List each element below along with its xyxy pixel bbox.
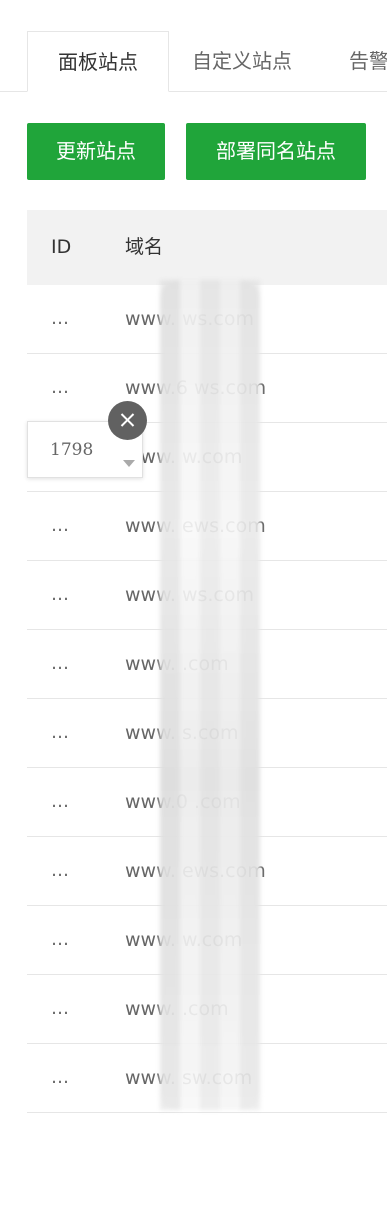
row-id: …	[51, 308, 69, 329]
selected-id-value: 1798	[50, 440, 94, 460]
update-sites-button[interactable]: 更新站点	[27, 123, 165, 180]
row-id: …	[51, 584, 69, 605]
column-header-domain: 域名	[125, 236, 164, 258]
row-id: …	[51, 998, 69, 1019]
row-id: …	[51, 860, 69, 881]
row-id: …	[51, 929, 69, 950]
redaction-mask	[160, 280, 260, 1110]
row-id: …	[51, 377, 69, 398]
row-id: …	[51, 791, 69, 812]
deploy-same-name-sites-button[interactable]: 部署同名站点	[186, 123, 366, 180]
row-id: …	[51, 1067, 69, 1088]
row-id: …	[51, 722, 69, 743]
column-header-id: ID	[51, 236, 72, 258]
chevron-down-icon[interactable]	[123, 460, 135, 467]
close-icon[interactable]	[108, 401, 147, 440]
tab-bar: 面板站点 自定义站点 告警	[27, 31, 387, 92]
table-header: ID 域名	[27, 210, 387, 285]
tab-alerts[interactable]: 告警	[349, 31, 387, 92]
tab-panel-sites[interactable]: 面板站点	[27, 31, 169, 92]
row-id: …	[51, 653, 69, 674]
row-id: …	[51, 515, 69, 536]
tab-custom-sites[interactable]: 自定义站点	[192, 31, 292, 92]
